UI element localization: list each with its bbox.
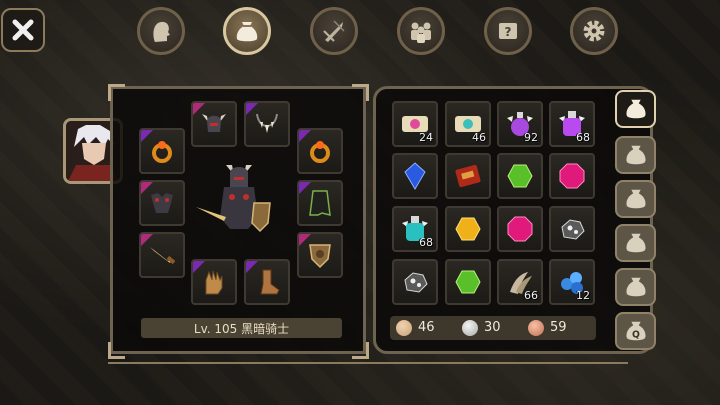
inventory-slot[interactable]: 68 <box>549 101 595 147</box>
yellow-gem-icon <box>455 217 481 241</box>
equip-slot-weapon[interactable] <box>139 232 185 278</box>
equip-slot-ring-right[interactable] <box>297 128 343 174</box>
pink-gem-icon <box>559 163 585 189</box>
item-quantity: 68 <box>419 236 433 249</box>
bag-icon <box>625 145 646 165</box>
silver-coin-icon <box>462 320 478 336</box>
ore-icon <box>561 219 585 240</box>
bag-icon <box>625 189 646 209</box>
inventory-slot[interactable] <box>549 206 595 252</box>
panel-corner <box>352 342 369 359</box>
item-quantity: 46 <box>472 131 486 144</box>
silver-coin-amount: 30 <box>484 320 501 335</box>
inventory-slot[interactable]: 92 <box>497 101 543 147</box>
inventory-slot[interactable] <box>497 206 543 252</box>
equip-slot-cape[interactable] <box>297 180 343 226</box>
dark-armor-icon <box>151 193 173 213</box>
amber-ring-icon <box>310 141 330 163</box>
bottom-divider <box>108 362 628 364</box>
copper-coin-amount: 59 <box>550 320 567 335</box>
amber-ring-icon <box>152 141 172 163</box>
party-icon <box>411 22 431 43</box>
inventory-slot[interactable] <box>392 153 438 199</box>
svg-text:?: ? <box>505 25 512 39</box>
skill-sword-icon <box>323 20 345 42</box>
bag-icon <box>625 277 646 297</box>
currency-bar: 46 30 59 <box>390 316 596 340</box>
inventory-slot[interactable]: 46 <box>445 101 491 147</box>
panel-corner <box>108 342 125 359</box>
close-button[interactable] <box>1 8 45 52</box>
panel-corner <box>108 84 125 101</box>
bronze-shield-icon <box>309 244 331 269</box>
settings-gear-icon <box>583 20 605 42</box>
inventory-slot[interactable] <box>497 153 543 199</box>
item-quantity: 24 <box>419 131 433 144</box>
quest-scroll-icon: ? <box>499 23 517 39</box>
bag-tab-5[interactable] <box>615 268 656 306</box>
bag-tab-3[interactable] <box>615 180 656 218</box>
pink-gem-icon <box>507 216 533 242</box>
close-icon <box>12 19 34 41</box>
inventory-slot[interactable]: 24 <box>392 101 438 147</box>
fang-necklace-icon <box>256 113 278 133</box>
item-quantity: 12 <box>576 289 590 302</box>
inventory-slot[interactable] <box>445 153 491 199</box>
equip-slot-armor[interactable] <box>139 180 185 226</box>
horned-helmet-icon <box>202 114 226 132</box>
green-gem-icon <box>507 164 533 188</box>
blue-gem-icon <box>404 162 426 190</box>
character-level-label: Lv. 105 黑暗骑士 <box>141 318 342 338</box>
inventory-slot[interactable] <box>445 259 491 305</box>
bag-tab-2[interactable] <box>615 136 656 174</box>
tab-party[interactable] <box>397 7 445 55</box>
tab-character[interactable] <box>137 7 185 55</box>
golden-sword-icon <box>150 247 176 265</box>
equip-slot-gloves[interactable] <box>191 259 237 305</box>
quest-bag-tab[interactable]: Q <box>615 312 656 350</box>
inventory-slot[interactable]: 12 <box>549 259 595 305</box>
quest-bag-icon: Q <box>625 321 646 341</box>
bag-icon <box>625 99 646 119</box>
equip-slot-boots[interactable] <box>244 259 290 305</box>
inventory-slot[interactable]: 66 <box>497 259 543 305</box>
tab-skills[interactable] <box>310 7 358 55</box>
green-gem-icon <box>455 270 481 294</box>
ore-icon <box>404 272 428 293</box>
tab-settings[interactable] <box>570 7 618 55</box>
equip-slot-necklace[interactable] <box>244 101 290 147</box>
bag-tab-4[interactable] <box>615 224 656 262</box>
equip-slot-shield[interactable] <box>297 232 343 278</box>
bag-icon <box>236 22 258 42</box>
item-quantity: 68 <box>576 131 590 144</box>
gauntlet-icon <box>205 270 223 295</box>
tab-bag[interactable] <box>223 7 271 55</box>
equip-slot-ring-left[interactable] <box>139 128 185 174</box>
copper-coin-icon <box>528 320 544 336</box>
bronze-coin-icon <box>396 320 412 336</box>
item-quantity: 66 <box>524 289 538 302</box>
inventory-slot[interactable]: 68 <box>392 206 438 252</box>
character-model-preview <box>196 165 271 233</box>
bag-tab-1[interactable] <box>615 90 656 128</box>
panel-corner <box>352 84 369 101</box>
equip-slot-helmet[interactable] <box>191 101 237 147</box>
green-cape-icon <box>309 190 331 216</box>
inventory-slot[interactable] <box>445 206 491 252</box>
character-head-icon <box>153 21 170 42</box>
tab-quest[interactable]: ? <box>484 7 532 55</box>
leather-boots-icon <box>260 269 280 295</box>
item-quantity: 92 <box>524 131 538 144</box>
red-tome-icon <box>455 164 481 188</box>
inventory-slot[interactable] <box>549 153 595 199</box>
inventory-slot[interactable] <box>392 259 438 305</box>
bag-icon <box>625 233 646 253</box>
quest-bag-label: Q <box>632 330 640 341</box>
bronze-coin-amount: 46 <box>418 320 435 335</box>
